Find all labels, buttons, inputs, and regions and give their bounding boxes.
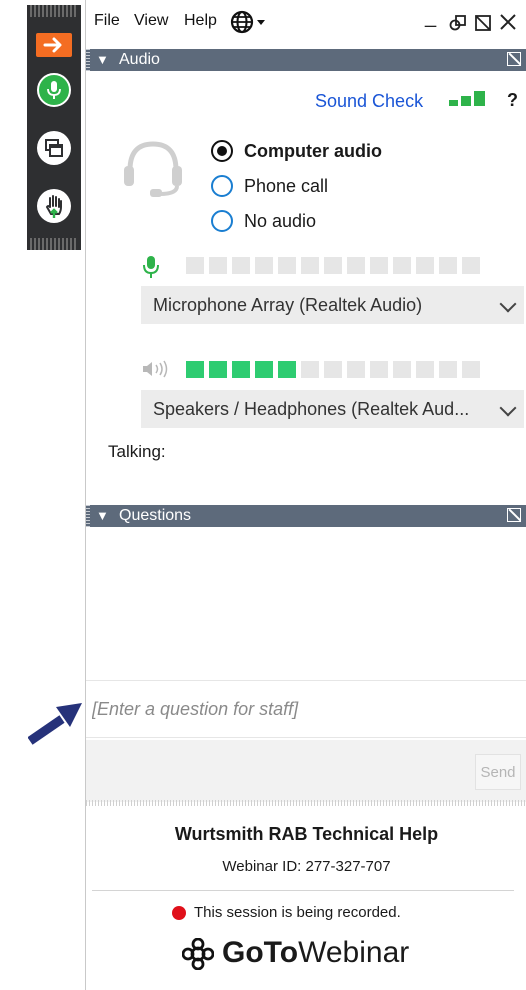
level-segment [301, 257, 319, 274]
menu-bar: File View Help _ [86, 0, 526, 42]
phone-call-label: Phone call [244, 176, 329, 196]
gotowebinar-control-panel: File View Help _ ▼ Audio Sound Check ? C… [85, 0, 526, 990]
microphone-icon [47, 81, 61, 99]
close-icon [500, 14, 516, 30]
webinar-id: Webinar ID: 277-327-707 [222, 858, 391, 875]
menu-view[interactable]: View [134, 12, 168, 30]
level-segment [186, 257, 204, 274]
level-segment [278, 257, 296, 274]
level-segment [370, 361, 388, 378]
questions-section-header[interactable]: ▼ Questions [86, 505, 526, 527]
level-segment [462, 361, 480, 378]
level-segment [232, 257, 250, 274]
no-audio-radio[interactable] [211, 210, 233, 232]
divider [92, 890, 514, 891]
computer-audio-label: Computer audio [244, 141, 382, 161]
collapse-triangle-icon: ▼ [96, 52, 109, 67]
microphone-select-value: Microphone Array (Realtek Audio) [153, 295, 423, 315]
chevron-down-icon [499, 399, 517, 417]
arrow-right-icon [43, 37, 62, 53]
level-segment [324, 257, 342, 274]
popout-button[interactable] [474, 14, 492, 37]
control-tab-strip [27, 5, 81, 250]
level-segment [209, 361, 227, 378]
level-segment [393, 257, 411, 274]
level-segment [186, 361, 204, 378]
microphone-icon [142, 255, 160, 284]
speaker-select-value: Speakers / Headphones (Realtek Aud... [153, 399, 470, 419]
level-segment [232, 361, 250, 378]
collapse-triangle-icon: ▼ [96, 508, 109, 523]
send-area: Send [86, 740, 526, 802]
questions-section-title: Questions [119, 507, 192, 524]
signal-bars-icon [449, 90, 489, 115]
screen-share-icon [45, 139, 63, 157]
no-audio-label: No audio [244, 211, 317, 231]
questions-log [86, 527, 526, 680]
level-segment [324, 361, 342, 378]
level-segment [462, 257, 480, 274]
menu-file[interactable]: File [94, 12, 120, 30]
headset-icon [120, 136, 186, 203]
screen-share-button[interactable] [37, 131, 71, 165]
send-button[interactable]: Send [475, 754, 521, 790]
restore-button[interactable] [449, 14, 467, 37]
level-segment [439, 361, 457, 378]
collapse-panel-button[interactable] [36, 33, 72, 57]
microphone-level-meter [186, 257, 480, 274]
raise-hand-button[interactable] [37, 189, 71, 223]
audio-section-title: Audio [119, 51, 160, 68]
brand-wordmark: GoToWebinar [222, 936, 409, 970]
popout-icon[interactable] [507, 52, 521, 66]
computer-audio-radio[interactable] [211, 140, 233, 162]
level-segment [209, 257, 227, 274]
resize-handle[interactable] [86, 800, 526, 806]
level-segment [347, 361, 365, 378]
chevron-down-icon [499, 295, 517, 313]
audio-section-header[interactable]: ▼ Audio [86, 49, 526, 71]
level-segment [416, 257, 434, 274]
recording-dot-icon [172, 906, 186, 920]
grab-handle-bottom[interactable] [30, 238, 78, 250]
microphone-toggle-button[interactable] [37, 73, 71, 107]
popout-icon[interactable] [507, 508, 521, 522]
level-segment [370, 257, 388, 274]
microphone-select[interactable]: Microphone Array (Realtek Audio) [141, 286, 524, 324]
minimize-button[interactable]: _ [425, 6, 436, 29]
level-segment [255, 257, 273, 274]
goto-logo-icon [181, 937, 215, 975]
language-menu[interactable] [230, 9, 270, 40]
speaker-select[interactable]: Speakers / Headphones (Realtek Aud... [141, 390, 524, 428]
raise-hand-icon [45, 195, 62, 218]
popout-icon [475, 15, 491, 31]
level-segment [301, 361, 319, 378]
close-button[interactable] [498, 12, 518, 37]
question-input[interactable] [86, 680, 526, 738]
webinar-title: Wurtsmith RAB Technical Help [174, 824, 439, 844]
brand-webinar: Webinar [298, 936, 410, 969]
level-segment [278, 361, 296, 378]
pointer-arrow-icon [28, 703, 82, 745]
speaker-icon [142, 360, 174, 383]
speaker-level-meter [186, 361, 480, 378]
level-segment [255, 361, 273, 378]
restore-window-icon [449, 15, 466, 31]
grab-handle[interactable] [30, 5, 78, 17]
talking-label: Talking: [108, 442, 166, 461]
level-segment [393, 361, 411, 378]
menu-help[interactable]: Help [184, 12, 217, 30]
sound-check-link[interactable]: Sound Check [315, 91, 423, 112]
phone-call-radio[interactable] [211, 175, 233, 197]
level-segment [416, 361, 434, 378]
webinar-info-footer: Wurtsmith RAB Technical Help Webinar ID:… [86, 808, 526, 990]
recording-notice: This session is being recorded. [194, 904, 401, 921]
audio-help-button[interactable]: ? [507, 90, 518, 111]
globe-icon [230, 10, 265, 34]
level-segment [347, 257, 365, 274]
level-segment [439, 257, 457, 274]
brand-goto: GoTo [222, 936, 299, 969]
